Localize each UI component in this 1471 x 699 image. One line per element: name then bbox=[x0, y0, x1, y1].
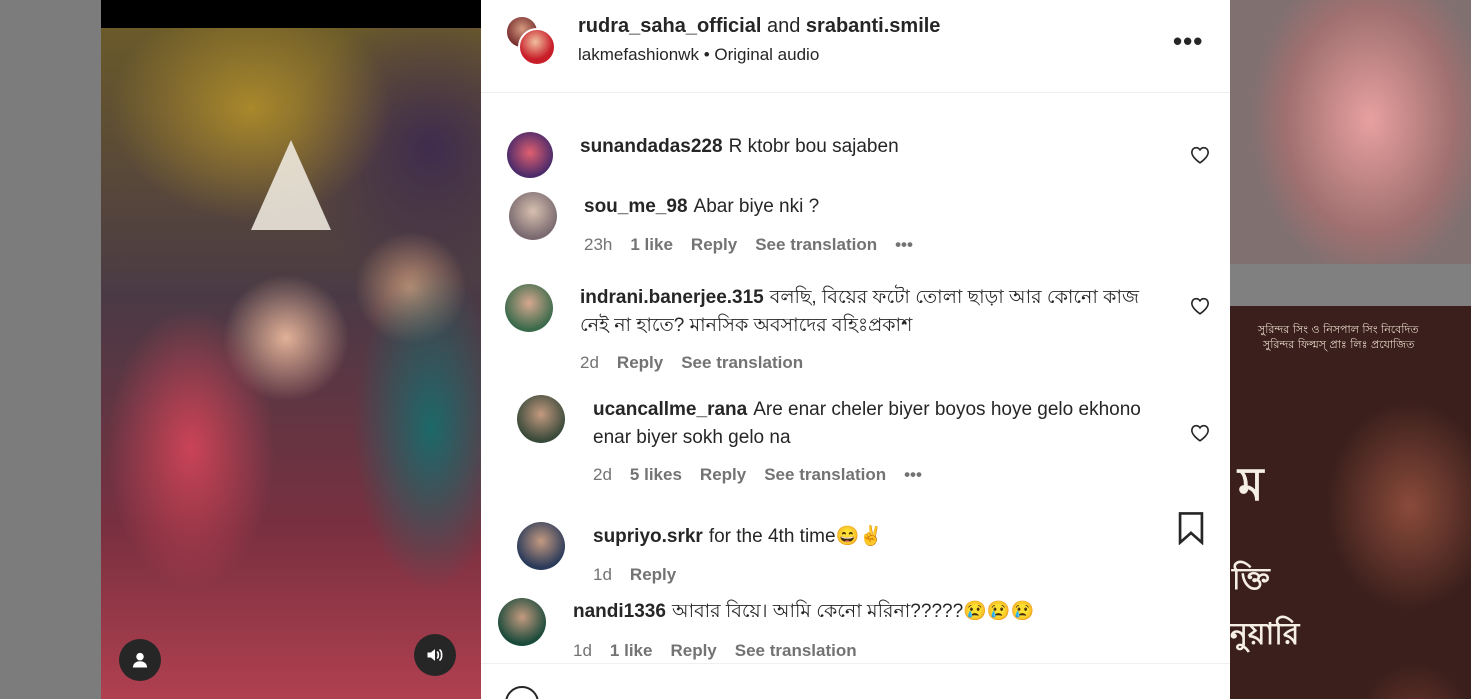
commenter-avatar[interactable] bbox=[517, 522, 565, 570]
comment-meta: 2d 5 likes Reply See translation ••• bbox=[593, 465, 940, 485]
post-authors: rudra_saha_official and srabanti.smile bbox=[578, 15, 940, 38]
see-translation-button[interactable]: See translation bbox=[755, 235, 877, 254]
comment-username[interactable]: indrani.banerjee.315 bbox=[580, 287, 764, 308]
next-post-preview[interactable]: সুরিন্দর সিং ও নিসপাল সিং নিবেদিত সুরিন্… bbox=[1230, 0, 1471, 699]
tagged-users-button[interactable] bbox=[119, 639, 161, 681]
user-icon bbox=[132, 652, 148, 668]
reply-button[interactable]: Reply bbox=[630, 565, 676, 584]
author-avatar-2[interactable] bbox=[518, 28, 556, 66]
add-comment-bar bbox=[481, 663, 1230, 699]
poster-word-2: নুয়ারি bbox=[1230, 617, 1300, 652]
comment-likes[interactable]: 1 like bbox=[610, 641, 653, 660]
commenter-avatar[interactable] bbox=[505, 284, 553, 332]
comment-meta: 23h 1 like Reply See translation ••• bbox=[584, 235, 931, 255]
audio-toggle-button[interactable] bbox=[414, 634, 456, 676]
commenter-avatar[interactable] bbox=[498, 598, 546, 646]
bridal-crown-decoration bbox=[251, 140, 331, 230]
comment-time[interactable]: 1d bbox=[593, 565, 612, 584]
comment-username[interactable]: sou_me_98 bbox=[584, 196, 688, 217]
reply-button[interactable]: Reply bbox=[670, 641, 716, 660]
comment-likes[interactable]: 1 like bbox=[630, 235, 673, 254]
preview-image-top bbox=[1230, 0, 1471, 264]
poster-credit-line2: সুরিন্দর ফিল্মস্ প্রাঃ লিঃ প্রযোজিত bbox=[1263, 338, 1415, 351]
media-top-bar bbox=[101, 0, 481, 28]
poster-word-1: ক্তি bbox=[1232, 562, 1270, 597]
comment-body: আবার বিয়ে। আমি কেনো মরিনা?????😢😢😢 bbox=[671, 601, 1035, 622]
comment-options-icon[interactable]: ••• bbox=[895, 235, 913, 254]
comment-likes[interactable]: 5 likes bbox=[630, 465, 682, 484]
backdrop-left[interactable] bbox=[0, 0, 101, 699]
overlay-comment: nandi1336 আবার বিয়ে। আমি কেনো মরিনা?????… bbox=[481, 588, 1136, 663]
comment-text: indrani.banerjee.315 বলছি, বিয়ের ফটো তোল… bbox=[580, 284, 1170, 340]
comment-username[interactable]: supriyo.srkr bbox=[593, 526, 703, 547]
emoji-icon[interactable] bbox=[505, 686, 539, 699]
comment-time[interactable]: 2d bbox=[593, 465, 612, 484]
authors-connector: and bbox=[766, 15, 801, 37]
see-translation-button[interactable]: See translation bbox=[735, 641, 857, 660]
like-heart-icon[interactable] bbox=[1190, 424, 1210, 442]
reply-button[interactable]: Reply bbox=[617, 353, 663, 372]
comment-text: nandi1336 আবার বিয়ে। আমি কেনো মরিনা?????… bbox=[573, 598, 1133, 626]
subline-separator: • bbox=[703, 45, 710, 64]
comment-body: Abar biye nki ? bbox=[693, 196, 820, 217]
comment-meta: 1d Reply bbox=[593, 565, 694, 585]
reply-button[interactable]: Reply bbox=[691, 235, 737, 254]
comment-time[interactable]: 23h bbox=[584, 235, 612, 254]
comment-body: for the 4th time😄✌ bbox=[708, 526, 883, 547]
post-media[interactable] bbox=[101, 0, 481, 699]
reply-button[interactable]: Reply bbox=[700, 465, 746, 484]
comment-text: ucancallme_rana Are enar cheler biyer boy… bbox=[593, 396, 1153, 452]
comment-time[interactable]: 1d bbox=[573, 641, 592, 660]
commenter-avatar[interactable] bbox=[507, 132, 553, 178]
comment-body: R ktobr bou sajaben bbox=[728, 136, 899, 157]
comment-username[interactable]: ucancallme_rana bbox=[593, 399, 747, 420]
author2-link[interactable]: srabanti.smile bbox=[806, 15, 941, 37]
comment-time[interactable]: 2d bbox=[580, 353, 599, 372]
comment-options-icon[interactable]: ••• bbox=[904, 465, 922, 484]
see-translation-button[interactable]: See translation bbox=[764, 465, 886, 484]
like-heart-icon[interactable] bbox=[1190, 146, 1210, 164]
poster-title-fragment: ম bbox=[1238, 457, 1264, 511]
comment-username[interactable]: nandi1336 bbox=[573, 601, 666, 622]
commenter-avatar[interactable] bbox=[509, 192, 557, 240]
comment-text: supriyo.srkr for the 4th time😄✌ bbox=[593, 523, 1153, 551]
speaker-icon bbox=[427, 649, 443, 661]
comment-meta: 2d Reply See translation bbox=[580, 353, 821, 373]
audio-link[interactable]: Original audio bbox=[714, 45, 819, 64]
commenter-avatar[interactable] bbox=[517, 395, 565, 443]
post-header: rudra_saha_official and srabanti.smile l… bbox=[481, 0, 1230, 93]
bookmark-icon[interactable] bbox=[1176, 511, 1206, 545]
more-horizontal-icon[interactable]: ••• bbox=[1173, 26, 1203, 57]
comment-username[interactable]: sunandadas228 bbox=[580, 136, 723, 157]
like-heart-icon[interactable] bbox=[1190, 297, 1210, 315]
post-photo bbox=[101, 28, 481, 699]
comment-text: sunandadas228 R ktobr bou sajaben bbox=[580, 133, 1180, 161]
see-translation-button[interactable]: See translation bbox=[681, 353, 803, 372]
comment-text: sou_me_98 Abar biye nki ? bbox=[584, 193, 1144, 221]
post-subline: lakmefashionwk • Original audio bbox=[578, 45, 819, 65]
comment-meta: 1d 1 like Reply See translation bbox=[573, 641, 875, 661]
author1-link[interactable]: rudra_saha_official bbox=[578, 15, 761, 37]
sub-account-link[interactable]: lakmefashionwk bbox=[578, 45, 699, 64]
